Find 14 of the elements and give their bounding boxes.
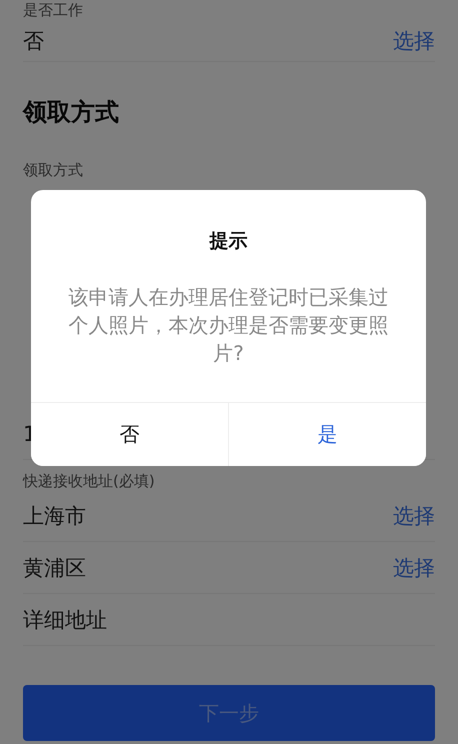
field-value: 详细地址 <box>23 606 107 634</box>
confirm-button[interactable]: 是 <box>228 403 426 466</box>
field-value: 否 <box>23 28 44 54</box>
field-label: 快递接收地址(必填) <box>23 472 155 490</box>
select-link[interactable]: 选择 <box>393 554 435 582</box>
field-label: 领取方式 <box>23 160 83 180</box>
field-label: 是否工作 <box>23 0 83 20</box>
select-link[interactable]: 选择 <box>393 26 435 54</box>
dialog-title: 提示 <box>210 229 248 254</box>
dialog-message: 该申请人在办理居住登记时已采集过个人照片，本次办理是否需要变更照片? <box>68 284 390 367</box>
field-value: 上海市 <box>23 502 86 530</box>
field-value: 黄浦区 <box>23 554 86 582</box>
select-link[interactable]: 选择 <box>393 502 435 530</box>
section-title: 领取方式 <box>23 97 119 128</box>
